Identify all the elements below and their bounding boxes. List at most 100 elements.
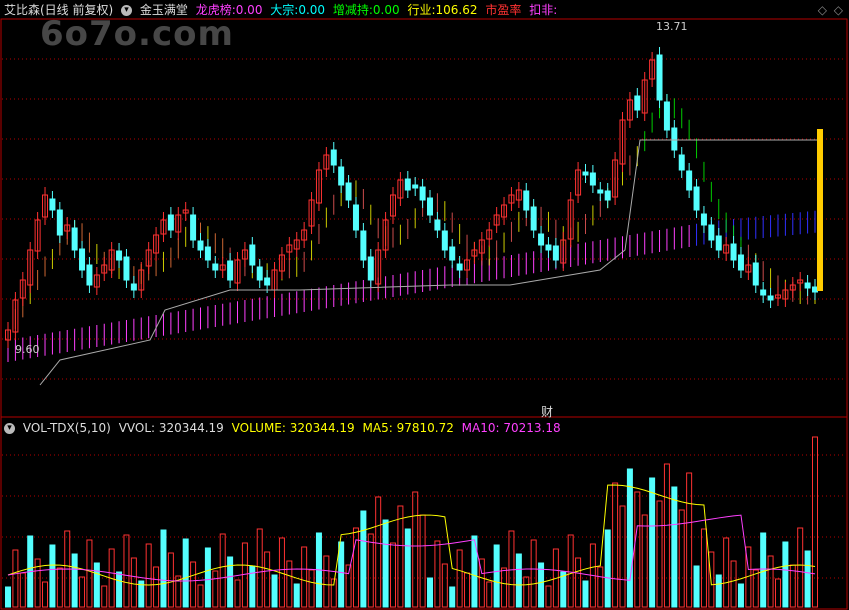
candle-down: [419, 186, 426, 201]
volume-bar-down: [671, 486, 678, 608]
volume-bar-down: [382, 519, 389, 608]
candle-down: [434, 219, 441, 231]
volume-bar-up: [308, 569, 315, 608]
volume-bar-down: [715, 574, 722, 608]
candle-down: [597, 189, 604, 194]
candle-down: [56, 209, 63, 236]
volume-bar-up: [219, 533, 226, 608]
candle-down: [79, 248, 86, 271]
volume-bar-down: [449, 586, 456, 608]
volume-bar-up: [145, 543, 152, 608]
candle-down: [352, 204, 359, 231]
candle-down: [338, 166, 345, 186]
candle-down: [404, 178, 411, 191]
pe-label: 市盈率: [485, 3, 522, 17]
koufei-label: 扣非:: [529, 3, 558, 17]
volume-bar-up: [501, 567, 508, 608]
candle-down: [538, 233, 545, 246]
volume-menu-icon[interactable]: ▾: [4, 423, 15, 434]
volume-bar-up: [286, 560, 293, 608]
volume-bar-up: [619, 505, 626, 608]
volume-bar-down: [293, 583, 300, 608]
volume-bar-up: [441, 563, 448, 608]
volume-bar-up: [767, 555, 774, 608]
volume-bar-up: [508, 530, 515, 608]
volume-bar-up: [464, 572, 471, 608]
candle-down: [264, 277, 271, 286]
volume-bar-up: [197, 584, 204, 608]
scroll-up-icon[interactable]: ◇: [818, 3, 827, 17]
last-bar-marker: [817, 129, 823, 291]
candle-down: [656, 54, 663, 101]
candle-down: [249, 244, 256, 266]
price-panel-frame: [0, 18, 848, 418]
candle-down: [449, 246, 456, 261]
candle-down: [71, 227, 78, 251]
volume-bar-up: [412, 491, 419, 608]
volume-bar-down: [271, 574, 278, 608]
ma10-label: MA10:: [461, 421, 500, 435]
volume-bar-up: [167, 552, 174, 608]
volume-bar-up: [752, 569, 759, 608]
indicator-menu-icon[interactable]: ▾: [121, 5, 133, 16]
volume-bar-up: [367, 533, 374, 608]
volume-bar-up: [419, 514, 426, 608]
volume-bar-down: [338, 541, 345, 608]
volume-bar-down: [737, 583, 744, 608]
volume-bar-up: [389, 542, 396, 608]
volume-bar-up: [12, 549, 19, 608]
volume-bar-up: [345, 564, 352, 608]
volume-bar-down: [693, 565, 700, 608]
volume-value: 320344.19: [289, 421, 355, 435]
volume-bar-up: [634, 491, 641, 608]
candle-down: [116, 250, 123, 261]
candle-down: [427, 197, 434, 216]
volume-bar-up: [575, 557, 582, 608]
volume-bar-up: [86, 539, 93, 608]
volume-header: ▾ VOL-TDX(5,10) VVOL: 320344.19 VOLUME: …: [4, 418, 565, 438]
volume-bar-up: [597, 566, 604, 608]
candle-down: [767, 295, 774, 301]
ma5-label: MA5:: [362, 421, 393, 435]
chart-canvas[interactable]: [0, 0, 849, 610]
dazong-value: 0.00: [298, 3, 326, 17]
volume-bar-down: [249, 565, 256, 608]
candle-down: [441, 230, 448, 251]
longhubang-value: 0.00: [235, 3, 263, 17]
candle-down: [812, 286, 818, 293]
candle-down: [212, 263, 219, 271]
vvol-value: 320344.19: [158, 421, 224, 435]
ma10-value: 70213.18: [503, 421, 561, 435]
volume-bar-up: [612, 482, 619, 608]
volume-bar-up: [101, 585, 108, 608]
candle-down: [360, 230, 367, 261]
volume-bar-up: [456, 549, 463, 608]
volume-bar-down: [493, 544, 500, 608]
candle-down: [197, 240, 204, 251]
ma5-value: 97810.72: [396, 421, 454, 435]
expand-icon[interactable]: ◇: [834, 3, 843, 17]
volume-bar-up: [323, 555, 330, 608]
candle-down: [582, 171, 589, 176]
volume-bar-down: [5, 586, 11, 608]
volume-bar-up: [567, 534, 574, 608]
longhubang-label: 龙虎榜:: [195, 3, 236, 17]
candle-down: [367, 256, 374, 281]
volume-bar-up: [486, 581, 493, 608]
volume-bar-down: [182, 538, 189, 608]
watermark: 6o7o.com: [40, 14, 234, 54]
zengjianchi-label: 增减持:: [332, 3, 373, 17]
volume-bar-down: [560, 571, 567, 608]
candle-down: [552, 245, 559, 261]
volume-bar-up: [56, 567, 63, 608]
candle-down: [760, 289, 767, 296]
volume-bar-up: [234, 579, 241, 608]
volume-bar-up: [42, 581, 49, 608]
candle-down: [693, 186, 700, 211]
candle-down: [49, 198, 56, 211]
volume-bar-down: [227, 556, 234, 608]
volume-bar-up: [812, 436, 818, 608]
candle-down: [708, 224, 715, 241]
volume-bar-up: [641, 514, 648, 608]
volume-bar-down: [804, 550, 811, 608]
